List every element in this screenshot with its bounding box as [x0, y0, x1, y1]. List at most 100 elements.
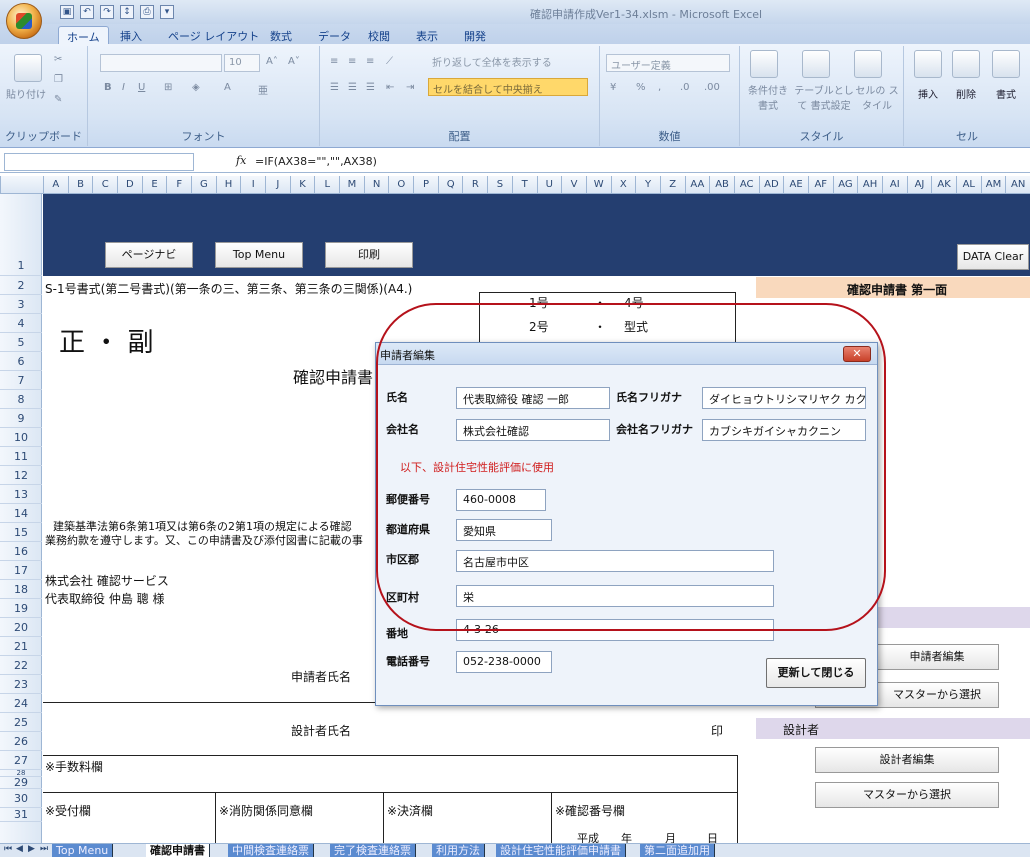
column-header-cell[interactable]: A — [43, 176, 68, 194]
formula-input[interactable]: =IF(AX38="","",AX38) — [255, 155, 377, 168]
column-header-cell[interactable]: U — [536, 176, 562, 194]
data-clear-button[interactable]: DATA Clear — [957, 244, 1029, 270]
delete-cells-icon[interactable] — [952, 50, 980, 78]
column-header-cell[interactable]: AI — [881, 176, 907, 194]
row-header-cell[interactable]: 11 — [0, 447, 42, 466]
designer-edit-button[interactable]: 設計者編集 — [815, 747, 999, 773]
city-field[interactable]: 名古屋市中区 — [456, 550, 774, 572]
conditional-format-icon[interactable] — [750, 50, 778, 78]
row-header-cell[interactable]: 6 — [0, 352, 42, 371]
tab-data[interactable]: データ — [310, 26, 359, 44]
insert-cells-label[interactable]: 挿入 — [918, 86, 938, 101]
column-header-cell[interactable]: K — [289, 176, 315, 194]
format-painter-icon[interactable]: ✎ — [54, 94, 62, 105]
shrink-font-icon[interactable]: A˅ — [288, 56, 300, 67]
row-header-cell[interactable]: 16 — [0, 542, 42, 561]
column-header-cell[interactable]: V — [561, 176, 586, 194]
tel-field[interactable]: 052-238-0000 — [456, 651, 552, 673]
company-field[interactable]: 株式会社確認 — [456, 419, 610, 441]
underline-icon[interactable]: U — [138, 82, 145, 93]
column-header-cell[interactable]: Z — [659, 176, 685, 194]
row-header-cell[interactable]: 13 — [0, 485, 42, 504]
row-header-cell[interactable]: 18 — [0, 580, 42, 599]
row-header-cell[interactable]: 9 — [0, 409, 42, 428]
column-header-cell[interactable]: AK — [931, 176, 956, 194]
update-close-button[interactable]: 更新して閉じる — [766, 658, 866, 688]
font-color-icon[interactable]: A — [224, 82, 231, 93]
align-right-icon[interactable]: ☰ — [366, 82, 375, 93]
designer-master-button[interactable]: マスターから選択 — [815, 782, 999, 808]
print-preview-icon[interactable]: ⎙ — [140, 5, 154, 19]
column-header-cell[interactable]: E — [141, 176, 167, 194]
increase-decimal-icon[interactable]: .0 — [680, 82, 690, 93]
column-header-cell[interactable]: J — [265, 176, 290, 194]
row-header-cell[interactable]: 21 — [0, 637, 42, 656]
tab-insert[interactable]: 挿入 — [112, 26, 150, 44]
merge-center-button[interactable]: セルを結合して中央揃え — [428, 78, 588, 96]
sheet-tab-dainimen[interactable]: 第二面追加用 — [640, 844, 715, 857]
name-field[interactable]: 代表取締役 確認 一郎 — [456, 387, 610, 409]
row-header-cell[interactable]: 31 — [0, 808, 42, 822]
column-header-cell[interactable]: B — [67, 176, 93, 194]
decrease-indent-icon[interactable]: ⇤ — [386, 82, 394, 93]
prefecture-field[interactable]: 愛知県 — [456, 519, 552, 541]
column-header-cell[interactable]: C — [92, 176, 117, 194]
row-header-cell[interactable]: 24 — [0, 694, 42, 713]
column-header-cell[interactable]: AN — [1005, 176, 1030, 194]
bold-icon[interactable]: B — [104, 82, 112, 93]
column-header-cell[interactable]: R — [462, 176, 487, 194]
row-header-cell[interactable]: 1 — [0, 194, 42, 276]
column-header-cell[interactable]: AE — [783, 176, 808, 194]
italic-icon[interactable]: I — [122, 82, 125, 93]
zip-field[interactable]: 460-0008 — [456, 489, 546, 511]
insert-cells-icon[interactable] — [914, 50, 942, 78]
copy-icon[interactable]: ❐ — [54, 74, 63, 85]
format-cells-label[interactable]: 書式 — [996, 86, 1016, 101]
row-header-cell[interactable]: 7 — [0, 371, 42, 390]
row-header-cell[interactable]: 30 — [0, 789, 42, 808]
office-button[interactable] — [6, 3, 42, 39]
paste-icon[interactable] — [14, 54, 42, 82]
column-header-cell[interactable]: P — [413, 176, 438, 194]
cut-icon[interactable]: ✂ — [54, 54, 62, 65]
percent-icon[interactable]: % — [636, 82, 646, 93]
column-header-cell[interactable]: Q — [437, 176, 463, 194]
column-header-cell[interactable]: AA — [684, 176, 710, 194]
tab-review[interactable]: 校閲 — [360, 26, 398, 44]
table-format-label[interactable]: テーブルとして 書式設定 — [794, 82, 854, 112]
tab-developer[interactable]: 開発 — [456, 26, 494, 44]
column-header-cell[interactable]: W — [585, 176, 611, 194]
tab-home[interactable]: ホーム — [58, 26, 109, 44]
column-header-cell[interactable]: X — [610, 176, 636, 194]
column-header-cell[interactable]: D — [117, 176, 142, 194]
align-left-icon[interactable]: ☰ — [330, 82, 339, 93]
column-header-cell[interactable]: M — [339, 176, 364, 194]
tab-view[interactable]: 表示 — [408, 26, 446, 44]
wrap-text-button[interactable]: 折り返して全体を表示する — [428, 52, 588, 70]
customize-qat-icon[interactable]: ▾ — [160, 5, 174, 19]
grow-font-icon[interactable]: A˄ — [266, 56, 278, 67]
row-header-cell[interactable]: 5 — [0, 333, 42, 352]
align-bottom-icon[interactable]: ≡ — [366, 56, 374, 67]
column-header-cell[interactable]: S — [487, 176, 512, 194]
row-header-cell[interactable]: 3 — [0, 295, 42, 314]
next-sheet-icon[interactable]: ▶ — [28, 844, 35, 854]
sheet-tab-kanryo[interactable]: 完了検査連絡票 — [330, 844, 416, 857]
first-sheet-icon[interactable]: ⏮ — [4, 844, 12, 854]
align-middle-icon[interactable]: ≡ — [348, 56, 356, 67]
close-icon[interactable]: ✕ — [843, 346, 871, 362]
increase-indent-icon[interactable]: ⇥ — [406, 82, 414, 93]
row-header-cell[interactable]: 12 — [0, 466, 42, 485]
column-header-cell[interactable]: AF — [807, 176, 833, 194]
comma-icon[interactable]: , — [658, 82, 661, 93]
prev-sheet-icon[interactable]: ◀ — [16, 844, 23, 854]
row-header-cell[interactable]: 26 — [0, 732, 42, 751]
row-header-cell[interactable]: 8 — [0, 390, 42, 409]
row-header-cell[interactable]: 17 — [0, 561, 42, 580]
print-button[interactable]: 印刷 — [325, 242, 413, 268]
town-field[interactable]: 栄 — [456, 585, 774, 607]
align-top-icon[interactable]: ≡ — [330, 56, 338, 67]
tab-formulas[interactable]: 数式 — [262, 26, 300, 44]
top-menu-button[interactable]: Top Menu — [215, 242, 303, 268]
redo-icon[interactable]: ↷ — [100, 5, 114, 19]
